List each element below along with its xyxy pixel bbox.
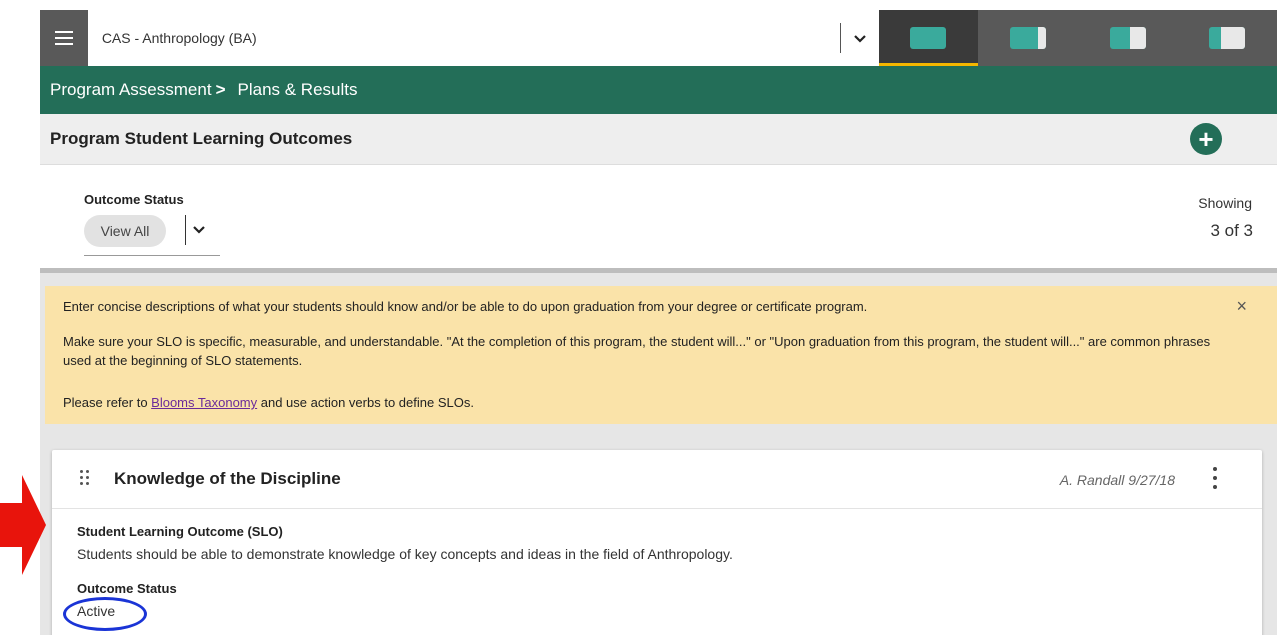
blooms-taxonomy-link[interactable]: Blooms Taxonomy: [151, 395, 257, 410]
outcome-title[interactable]: Knowledge of the Discipline: [114, 469, 341, 489]
banner-text-1: Enter concise descriptions of what your …: [63, 299, 868, 314]
layout-split-small-icon: [1010, 27, 1046, 49]
outcome-meta: A. Randall 9/27/18: [1059, 472, 1175, 488]
drag-handle-icon[interactable]: [80, 470, 90, 486]
filter-underline: [84, 255, 220, 256]
filter-bar: Outcome Status View All Showing 3 of 3: [40, 165, 1277, 273]
banner-text-2: Make sure your SLO is specific, measurab…: [63, 334, 1211, 368]
view-layout-split-half-button[interactable]: [1078, 10, 1178, 66]
info-banner: Enter concise descriptions of what your …: [45, 286, 1277, 424]
blue-circle-annotation: [63, 597, 147, 631]
close-icon[interactable]: ×: [1236, 296, 1247, 317]
breadcrumb-parent[interactable]: Program Assessment: [50, 80, 212, 100]
filter-divider: [185, 215, 186, 245]
banner-text-3: Please refer to Blooms Taxonomy and use …: [63, 393, 1217, 412]
layout-full-icon: [910, 27, 947, 49]
program-select[interactable]: CAS - Anthropology (BA): [87, 10, 879, 66]
view-layout-split-small-button[interactable]: [978, 10, 1078, 66]
outcome-card: Knowledge of the Discipline A. Randall 9…: [52, 450, 1262, 635]
outcome-card-header: Knowledge of the Discipline A. Randall 9…: [52, 450, 1262, 509]
outcome-status-filter-label: Outcome Status: [84, 192, 184, 207]
red-arrow-annotation: [0, 475, 46, 575]
showing-count: 3 of 3: [1210, 221, 1253, 240]
section-header: Program Student Learning Outcomes +: [40, 114, 1277, 165]
program-select-value: CAS - Anthropology (BA): [101, 30, 257, 46]
breadcrumb-current: Plans & Results: [237, 80, 358, 99]
menu-icon[interactable]: [40, 10, 88, 66]
outcome-status-filter-value[interactable]: View All: [84, 215, 166, 247]
banner-text-3-before: Please refer to: [63, 395, 152, 410]
view-layout-full-button[interactable]: [878, 10, 979, 66]
layout-split-large-icon: [1209, 27, 1246, 49]
chevron-down-icon[interactable]: [841, 30, 879, 46]
banner-text-3-after: and use action verbs to define SLOs.: [257, 395, 474, 410]
showing-label: Showing: [1198, 195, 1252, 211]
top-bar: CAS - Anthropology (BA): [40, 10, 1277, 66]
more-vert-icon[interactable]: [1213, 467, 1217, 489]
app-window: CAS - Anthropology (BA) Program Assessme…: [40, 10, 1277, 635]
outcome-status-label: Outcome Status: [77, 581, 177, 596]
slo-label: Student Learning Outcome (SLO): [77, 524, 283, 539]
slo-text: Students should be able to demonstrate k…: [77, 546, 733, 562]
chevron-down-icon[interactable]: [193, 221, 205, 237]
layout-split-half-icon: [1109, 27, 1146, 49]
plus-circle-icon[interactable]: +: [1190, 123, 1222, 155]
breadcrumb: Program Assessment > Plans & Results: [40, 66, 1277, 114]
breadcrumb-separator: >: [215, 80, 226, 99]
view-layout-split-large-button[interactable]: [1177, 10, 1277, 66]
page-title: Program Student Learning Outcomes: [50, 129, 353, 148]
